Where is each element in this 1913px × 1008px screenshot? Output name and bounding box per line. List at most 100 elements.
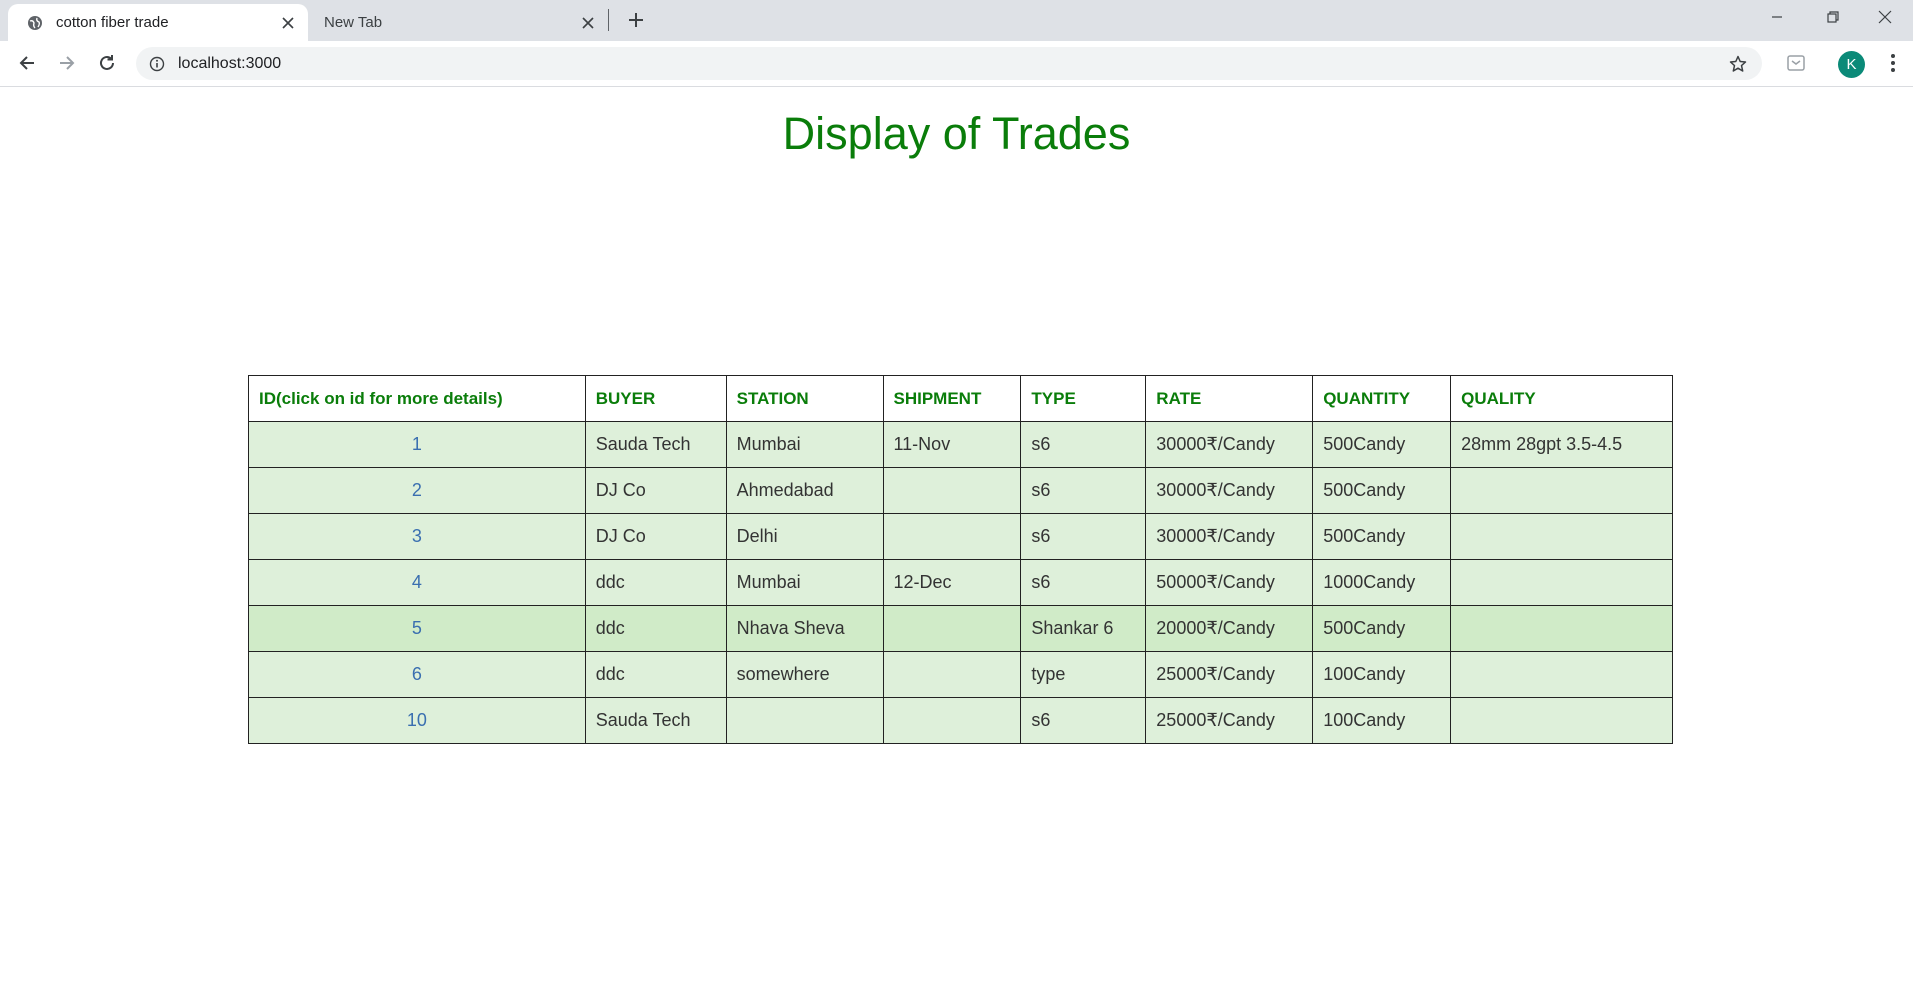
station-cell: Mumbai (725, 559, 884, 606)
trade-id-link[interactable]: 2 (412, 480, 422, 500)
column-header-id: ID(click on id for more details) (248, 375, 586, 422)
browser-toolbar: localhost:3000 K (0, 41, 1913, 87)
rate-cell: 30000₹/Candy (1145, 421, 1314, 468)
quality-cell (1450, 513, 1673, 560)
rate-cell: 50000₹/Candy (1145, 559, 1314, 606)
table-header-row: ID(click on id for more details) BUYER S… (248, 375, 1673, 422)
close-tab-icon[interactable] (276, 11, 300, 35)
rate-cell: 30000₹/Candy (1145, 467, 1314, 514)
tab-title: New Tab (324, 14, 383, 31)
quantity-cell: 100Candy (1312, 697, 1452, 744)
type-cell: s6 (1020, 467, 1147, 514)
buyer-cell: Sauda Tech (584, 697, 727, 744)
station-cell (725, 697, 884, 744)
trade-id-link[interactable]: 10 (407, 710, 427, 730)
type-cell: s6 (1020, 421, 1147, 468)
buyer-cell: ddc (584, 559, 727, 606)
tab-active[interactable]: cotton fiber trade (8, 4, 308, 41)
quantity-cell: 500Candy (1312, 605, 1452, 652)
table-row: 4 ddc Mumbai 12-Dec s6 50000₹/Candy 1000… (248, 559, 1673, 606)
quality-cell: 28mm 28gpt 3.5-4.5 (1450, 421, 1673, 468)
address-bar[interactable]: localhost:3000 (136, 47, 1762, 80)
table-row: 3 DJ Co Delhi s6 30000₹/Candy 500Candy (248, 513, 1673, 560)
trade-id-link[interactable]: 6 (412, 664, 422, 684)
buyer-cell: ddc (584, 651, 727, 698)
shipment-cell (882, 513, 1022, 560)
station-cell: somewhere (725, 651, 884, 698)
quality-cell (1450, 467, 1673, 514)
shipment-cell (882, 697, 1022, 744)
id-cell: 2 (248, 467, 586, 514)
column-header-quantity: QUANTITY (1312, 375, 1452, 422)
shipment-cell (882, 467, 1022, 514)
id-cell: 10 (248, 697, 586, 744)
restore-icon[interactable] (1805, 0, 1861, 34)
quantity-cell: 500Candy (1312, 467, 1452, 514)
trades-table: ID(click on id for more details) BUYER S… (248, 375, 1673, 744)
extension-icon[interactable] (1781, 48, 1811, 78)
buyer-cell: ddc (584, 605, 727, 652)
buyer-cell: DJ Co (584, 513, 727, 560)
quality-cell (1450, 651, 1673, 698)
bookmark-star-icon[interactable] (1726, 52, 1750, 76)
trade-id-link[interactable]: 1 (412, 434, 422, 454)
new-tab-button[interactable] (622, 6, 650, 34)
station-cell: Ahmedabad (725, 467, 884, 514)
quantity-cell: 500Candy (1312, 421, 1452, 468)
column-header-quality: QUALITY (1450, 375, 1673, 422)
type-cell: s6 (1020, 513, 1147, 560)
url-text[interactable]: localhost:3000 (178, 55, 1726, 73)
id-cell: 1 (248, 421, 586, 468)
id-cell: 3 (248, 513, 586, 560)
minimize-icon[interactable] (1749, 0, 1805, 34)
close-tab-icon[interactable] (576, 11, 600, 35)
shipment-cell (882, 605, 1022, 652)
shipment-cell (882, 651, 1022, 698)
info-icon[interactable] (148, 55, 166, 73)
column-header-station: STATION (725, 375, 884, 422)
type-cell: s6 (1020, 697, 1147, 744)
column-header-shipment: SHIPMENT (882, 375, 1022, 422)
profile-avatar[interactable]: K (1838, 51, 1865, 78)
trade-id-link[interactable]: 4 (412, 572, 422, 592)
buyer-cell: Sauda Tech (584, 421, 727, 468)
table-row: 1 Sauda Tech Mumbai 11-Nov s6 30000₹/Can… (248, 421, 1673, 468)
rate-cell: 20000₹/Candy (1145, 605, 1314, 652)
shipment-cell: 11-Nov (882, 421, 1022, 468)
reload-icon[interactable] (92, 48, 122, 78)
tab-strip: cotton fiber trade New Tab (0, 0, 1913, 41)
station-cell: Mumbai (725, 421, 884, 468)
type-cell: type (1020, 651, 1147, 698)
tab-separator (608, 9, 609, 31)
tab-new-tab[interactable]: New Tab (308, 4, 608, 41)
page-title: Display of Trades (782, 108, 1131, 159)
close-window-icon[interactable] (1857, 0, 1913, 34)
column-header-buyer: BUYER (584, 375, 727, 422)
type-cell: Shankar 6 (1020, 605, 1147, 652)
buyer-cell: DJ Co (584, 467, 727, 514)
rate-cell: 25000₹/Candy (1145, 697, 1314, 744)
quantity-cell: 500Candy (1312, 513, 1452, 560)
trade-id-link[interactable]: 5 (412, 618, 422, 638)
station-cell: Nhava Sheva (725, 605, 884, 652)
table-row: 5 ddc Nhava Sheva Shankar 6 20000₹/Candy… (248, 605, 1673, 652)
table-row: 10 Sauda Tech s6 25000₹/Candy 100Candy (248, 697, 1673, 744)
table-row: 6 ddc somewhere type 25000₹/Candy 100Can… (248, 651, 1673, 698)
menu-kebab-icon[interactable] (1878, 48, 1908, 78)
back-arrow-icon[interactable] (12, 48, 42, 78)
id-cell: 4 (248, 559, 586, 606)
id-cell: 5 (248, 605, 586, 652)
column-header-rate: RATE (1145, 375, 1314, 422)
table-row: 2 DJ Co Ahmedabad s6 30000₹/Candy 500Can… (248, 467, 1673, 514)
trade-id-link[interactable]: 3 (412, 526, 422, 546)
shipment-cell: 12-Dec (882, 559, 1022, 606)
type-cell: s6 (1020, 559, 1147, 606)
tab-title: cotton fiber trade (56, 14, 169, 31)
forward-arrow-icon[interactable] (52, 48, 82, 78)
quantity-cell: 1000Candy (1312, 559, 1452, 606)
rate-cell: 30000₹/Candy (1145, 513, 1314, 560)
rate-cell: 25000₹/Candy (1145, 651, 1314, 698)
quantity-cell: 100Candy (1312, 651, 1452, 698)
station-cell: Delhi (725, 513, 884, 560)
globe-icon (26, 14, 44, 32)
